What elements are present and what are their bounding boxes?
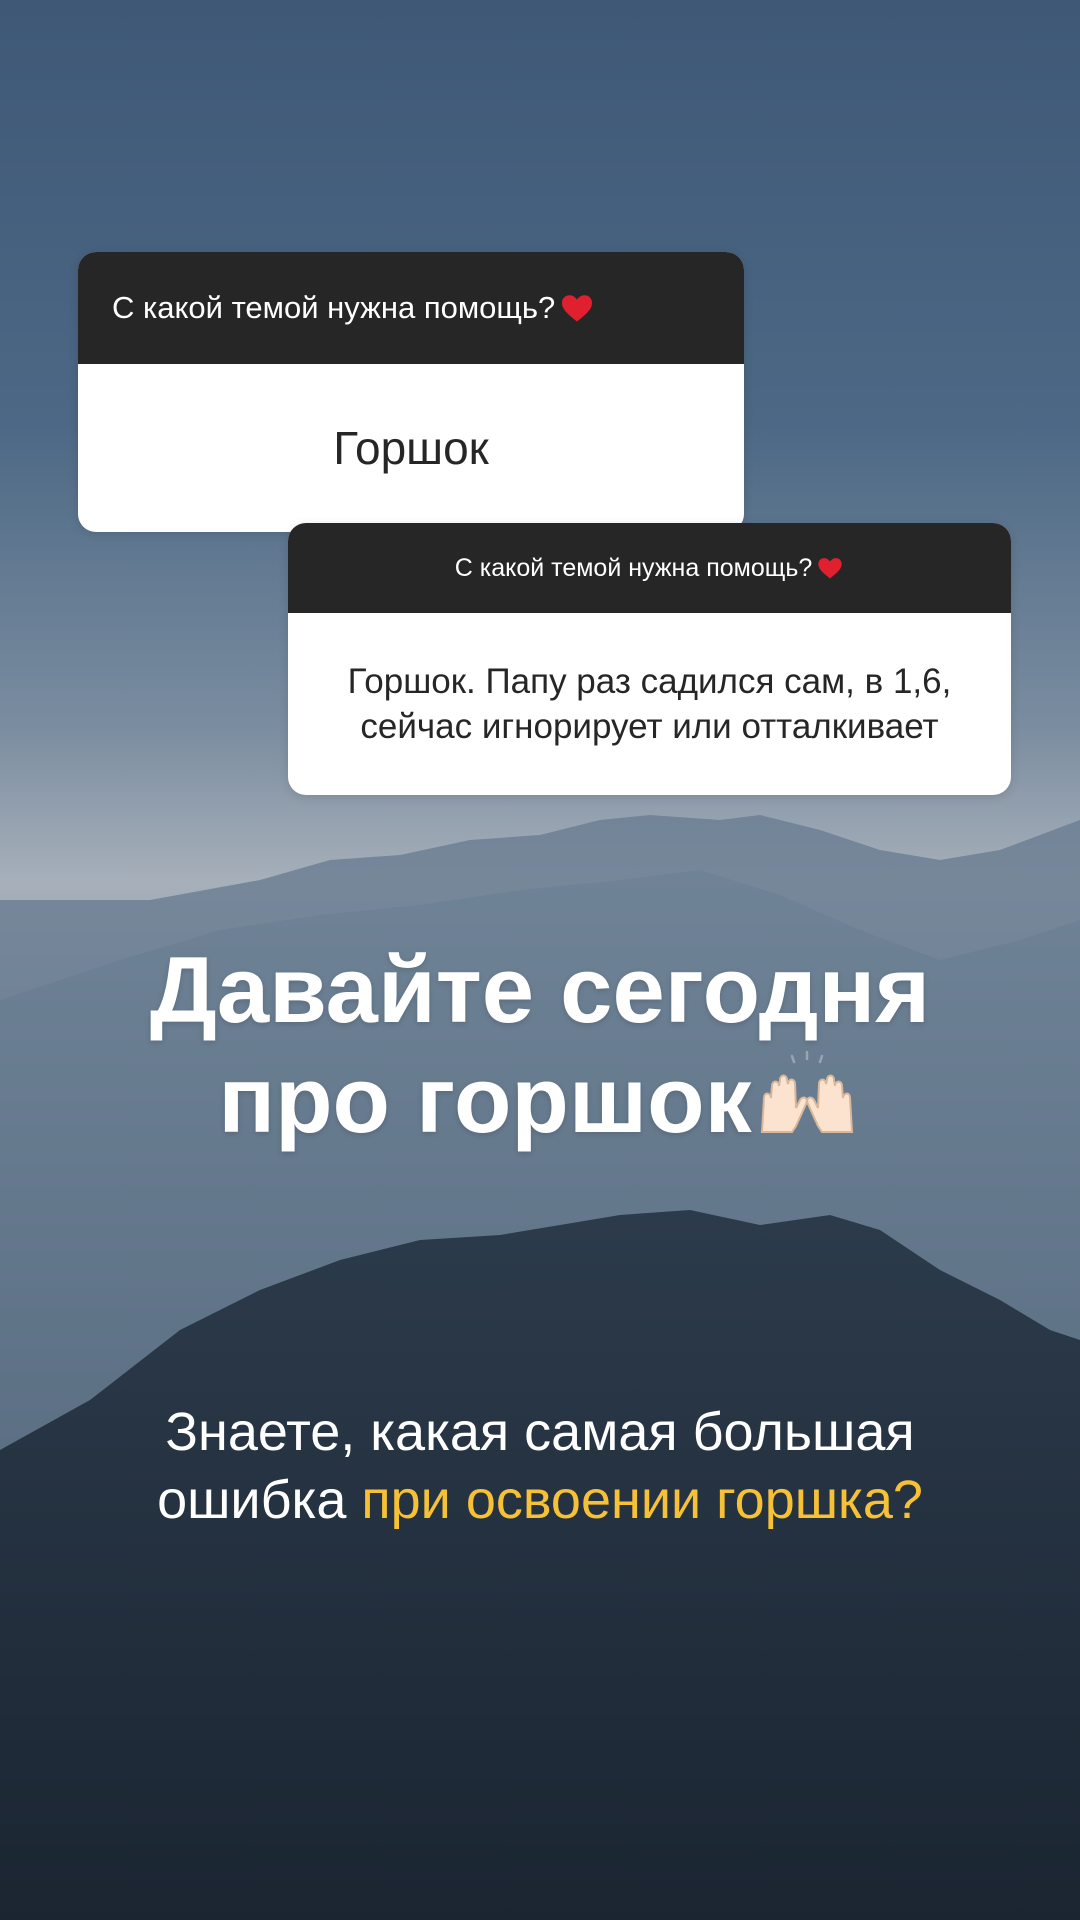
subtext: Знаете, какая самая большая ошибка при о… bbox=[0, 1398, 1080, 1534]
answer-line: Горшок. Папу раз садился сам, в 1,6, bbox=[347, 661, 952, 701]
question-sticker-answer: Горшок. Папу раз садился сам, в 1,6, сей… bbox=[288, 613, 1011, 795]
story-canvas: С какой темой нужна помощь? Горшок С как… bbox=[0, 0, 1080, 1920]
question-prompt-text: С какой темой нужна помощь? bbox=[454, 553, 813, 582]
subtext-accent: при освоении горшка? bbox=[361, 1470, 923, 1530]
subtext-line-with-accent: ошибка при освоении горшка? bbox=[0, 1466, 1080, 1534]
question-sticker-card-reply: С какой темой нужна помощь? Горшок. Папу… bbox=[288, 523, 1011, 795]
red-heart-icon bbox=[562, 295, 593, 322]
question-sticker-prompt: С какой темой нужна помощь? bbox=[78, 252, 744, 364]
answer-line: сейчас игнорирует или отталкивает bbox=[360, 707, 939, 746]
subtext-plain: ошибка bbox=[157, 1470, 347, 1530]
question-sticker-card: С какой темой нужна помощь? Горшок bbox=[78, 252, 744, 532]
headline: Давайте сегодня про горшок bbox=[0, 935, 1080, 1155]
headline-line: Давайте сегодня bbox=[149, 937, 931, 1042]
question-sticker-answer: Горшок bbox=[333, 422, 489, 474]
raising-hands-icon bbox=[760, 1050, 853, 1133]
question-prompt-text: С какой темой нужна помощь? bbox=[112, 290, 556, 325]
headline-line-with-emoji: про горшок bbox=[0, 1045, 1080, 1155]
red-heart-icon bbox=[818, 558, 842, 579]
subtext-line: Знаете, какая самая большая bbox=[165, 1402, 915, 1462]
question-sticker-prompt: С какой темой нужна помощь? bbox=[288, 523, 1011, 613]
headline-line: про горшок bbox=[218, 1047, 752, 1152]
